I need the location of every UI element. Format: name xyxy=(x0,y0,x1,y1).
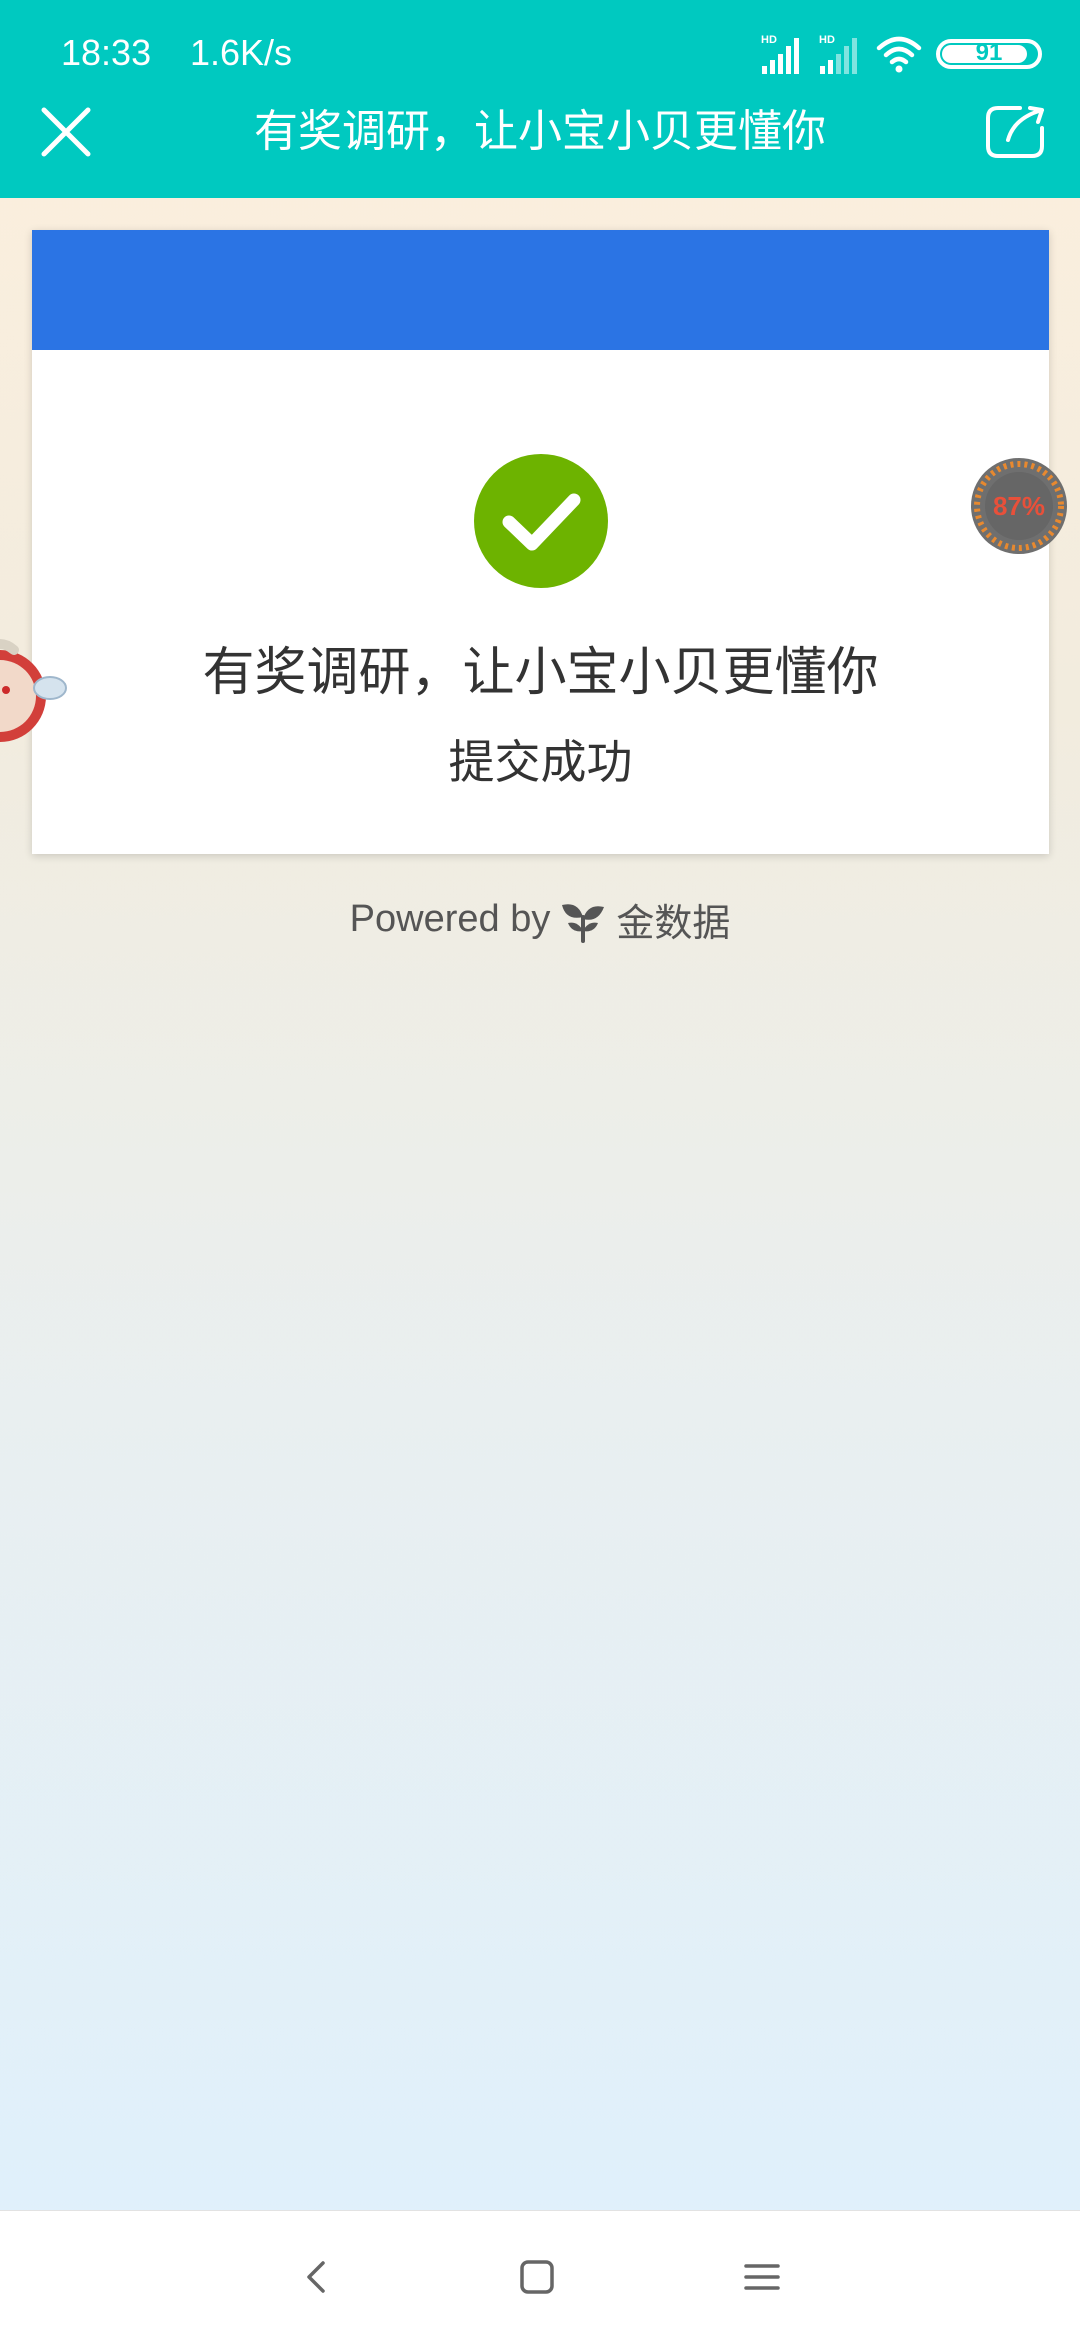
wifi-icon xyxy=(876,36,922,73)
survey-title: 有奖调研，让小宝小贝更懂你 xyxy=(202,643,879,703)
success-card: 有奖调研，让小宝小贝更懂你 提交成功 xyxy=(32,230,1049,854)
back-icon[interactable] xyxy=(286,2247,346,2307)
sprout-icon xyxy=(562,903,605,943)
powered-by[interactable]: Powered by 金数据 xyxy=(0,892,1080,947)
brand-name: 金数据 xyxy=(616,903,731,945)
battery-icon: 91 xyxy=(936,39,1042,69)
menu-icon[interactable] xyxy=(732,2247,792,2307)
system-nav-bar xyxy=(0,2210,1080,2341)
svg-text:HD: HD xyxy=(819,34,835,46)
card-header-bar xyxy=(32,230,1049,350)
speed-percent-text: 87% xyxy=(993,491,1045,521)
close-icon[interactable] xyxy=(36,102,96,162)
check-circle-icon xyxy=(474,454,608,588)
speed-boost-badge[interactable]: 87% xyxy=(970,457,1068,555)
hd-signal-icon: HD xyxy=(819,34,857,74)
battery-text: 91 xyxy=(975,39,1003,66)
mascot-icon[interactable] xyxy=(0,620,68,760)
share-icon[interactable] xyxy=(984,104,1046,160)
svg-text:HD: HD xyxy=(761,34,777,46)
powered-by-label: Powered by xyxy=(349,898,551,940)
home-icon[interactable] xyxy=(507,2247,567,2307)
status-net-speed: 1.6K/s xyxy=(190,32,293,73)
hd-signal-icon: HD xyxy=(761,34,799,74)
submit-success-text: 提交成功 xyxy=(448,735,633,789)
status-time: 18:33 xyxy=(61,32,152,73)
status-icons: HD HD 91 xyxy=(760,32,1042,76)
top-app-bar: 18:33 1.6K/s HD HD 91 有奖调研，让小宝小贝更懂你 xyxy=(0,0,1080,198)
page-title: 有奖调研，让小宝小贝更懂你 xyxy=(254,106,826,157)
